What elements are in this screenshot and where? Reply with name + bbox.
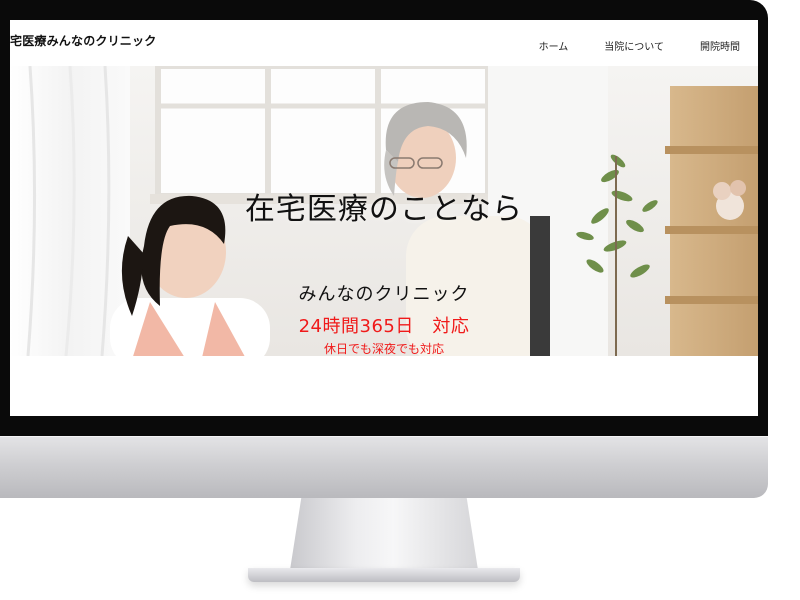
monitor-screen: 宅医療みんなのクリニック ホーム 当院について 開院時間 在宅医療のことなら み… — [10, 20, 758, 416]
monitor-stand-base — [248, 568, 520, 582]
hero-headline: 在宅医療のことなら — [244, 192, 524, 227]
site-logo[interactable]: 宅医療みんなのクリニック — [10, 32, 156, 49]
hero-subheadline: みんなのクリニック — [298, 284, 470, 305]
hero-banner: 在宅医療のことなら みんなのクリニック 24時間365日 対応 休日でも深夜でも… — [10, 66, 758, 356]
hero-hours: 24時間365日 対応 — [298, 316, 470, 337]
monitor-chin — [0, 436, 768, 498]
site-nav: ホーム 当院について 開院時間 — [503, 38, 740, 53]
nav-item-home[interactable]: ホーム — [539, 38, 569, 53]
hero-text-block: 在宅医療のことなら みんなのクリニック 24時間365日 対応 休日でも深夜でも… — [10, 66, 758, 356]
nav-item-about[interactable]: 当院について — [604, 38, 664, 53]
page-content-area — [10, 356, 758, 416]
monitor-mockup-scene: 宅医療みんなのクリニック ホーム 当院について 開院時間 在宅医療のことなら み… — [0, 0, 800, 600]
hero-note: 休日でも深夜でも対応 — [323, 342, 444, 356]
monitor-stand-neck — [290, 498, 478, 570]
site-header: 宅医療みんなのクリニック ホーム 当院について 開院時間 — [10, 20, 758, 66]
nav-item-hours[interactable]: 開院時間 — [700, 38, 740, 53]
